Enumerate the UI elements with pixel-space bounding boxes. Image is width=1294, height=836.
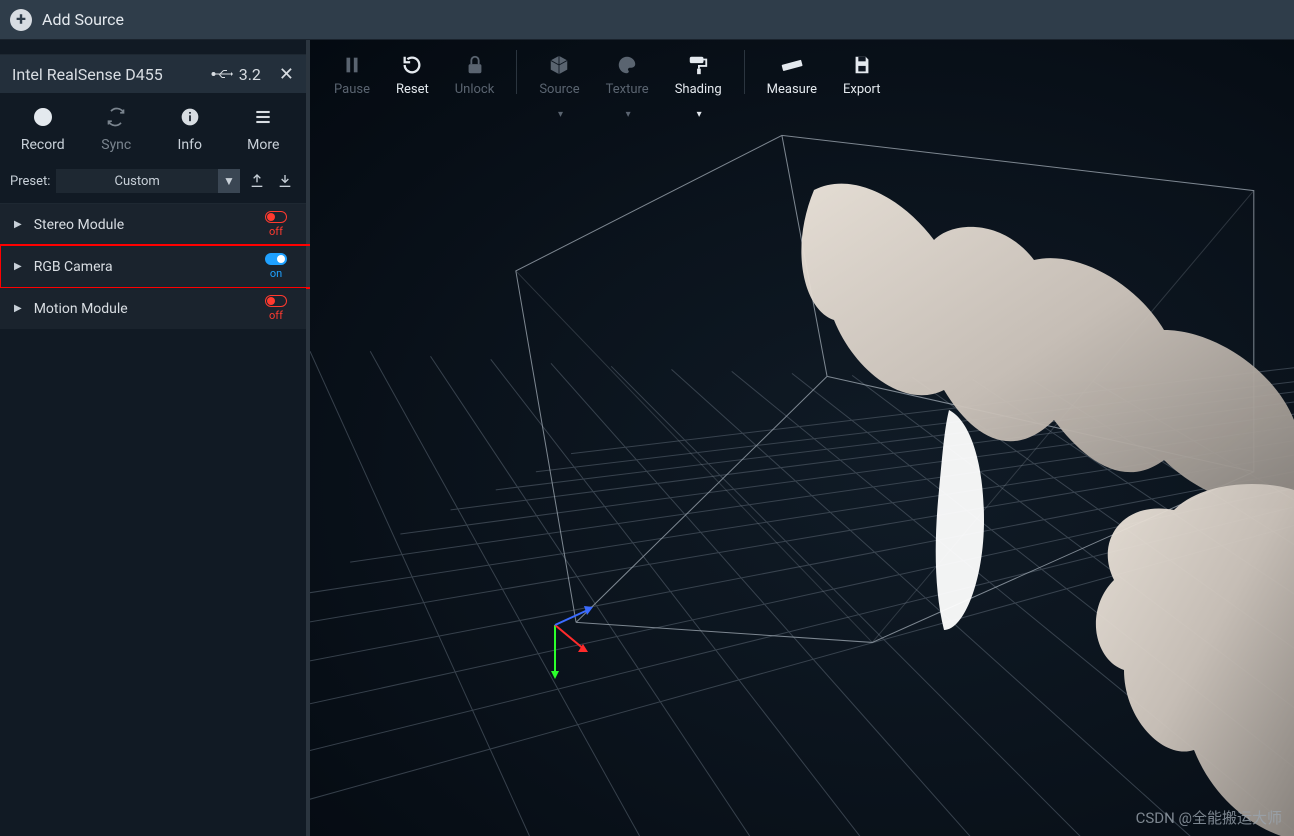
shading-dropdown[interactable]: Shading ▾ — [665, 50, 732, 124]
chevron-down-icon: ▾ — [626, 109, 631, 120]
record-button[interactable]: Record — [8, 107, 78, 153]
cube-icon — [548, 54, 570, 76]
pointcloud-mesh — [694, 160, 1294, 836]
usb-version-text: 3.2 — [239, 65, 261, 84]
device-header: Intel RealSense D455 3.2 ✕ — [0, 55, 306, 93]
reset-icon — [401, 54, 423, 76]
preset-dropdown-arrow[interactable]: ▼ — [218, 169, 240, 193]
add-source-button[interactable]: + — [10, 9, 32, 31]
ruler-icon — [781, 54, 803, 76]
toolbar-separator — [516, 50, 517, 94]
toggle-stereo-state: off — [269, 225, 283, 238]
save-icon — [851, 54, 873, 76]
sidebar: Intel RealSense D455 3.2 ✕ — [0, 40, 310, 836]
reset-button[interactable]: Reset — [386, 50, 439, 101]
chevron-down-icon: ▾ — [558, 109, 563, 120]
pause-icon — [341, 54, 363, 76]
pause-button[interactable]: Pause — [324, 50, 380, 101]
device-name: Intel RealSense D455 — [12, 65, 163, 84]
module-row-stereo[interactable]: ▶ Stereo Module off — [0, 204, 306, 246]
toggle-rgb-state: on — [270, 267, 282, 280]
close-device-button[interactable]: ✕ — [279, 64, 294, 85]
preset-download-button[interactable] — [274, 170, 296, 192]
info-button[interactable]: Info — [155, 107, 225, 153]
usb-version: 3.2 — [211, 65, 261, 84]
watermark: CSDN @全能搬运大师 — [1136, 807, 1282, 828]
info-label: Info — [178, 137, 202, 153]
roller-icon — [687, 54, 709, 76]
module-row-motion[interactable]: ▶ Motion Module off — [0, 288, 306, 330]
chevron-right-icon: ▶ — [14, 219, 22, 230]
module-name: RGB Camera — [34, 259, 260, 275]
toggle-motion-state: off — [269, 309, 283, 322]
device-actions: Record Sync Info — [0, 93, 306, 163]
unlock-button[interactable]: Unlock — [445, 50, 505, 101]
preset-row: Preset: Custom ▼ — [0, 163, 306, 204]
info-icon — [180, 107, 200, 127]
chevron-right-icon: ▶ — [14, 303, 22, 314]
download-icon — [277, 173, 293, 189]
texture-dropdown[interactable]: Texture ▾ — [596, 50, 659, 124]
usb-icon — [211, 67, 233, 81]
export-button[interactable]: Export — [833, 50, 891, 101]
chevron-right-icon: ▶ — [14, 261, 22, 272]
module-name: Stereo Module — [34, 217, 260, 233]
toggle-rgb[interactable] — [265, 253, 287, 265]
palette-icon — [616, 54, 638, 76]
toggle-motion[interactable] — [265, 295, 287, 307]
more-button[interactable]: More — [228, 107, 298, 153]
preset-upload-button[interactable] — [246, 170, 268, 192]
source-dropdown[interactable]: Source ▾ — [529, 50, 589, 124]
chevron-down-icon: ▾ — [697, 109, 702, 120]
sync-label: Sync — [101, 137, 131, 153]
origin-gizmo — [530, 595, 600, 685]
record-icon — [34, 108, 52, 126]
sync-icon — [106, 107, 126, 127]
add-source-label: Add Source — [42, 10, 124, 29]
module-row-rgb[interactable]: ▶ RGB Camera on — [0, 246, 306, 288]
more-label: More — [247, 137, 279, 153]
lock-icon — [464, 54, 486, 76]
device-panel: Intel RealSense D455 3.2 ✕ — [0, 54, 306, 330]
preset-label: Preset: — [10, 174, 50, 189]
topbar: + Add Source — [0, 0, 1294, 40]
record-label: Record — [21, 137, 65, 153]
hamburger-icon — [253, 107, 273, 127]
module-name: Motion Module — [34, 301, 260, 317]
viewport-toolbar: Pause Reset Unlock Source ▾ — [324, 50, 891, 124]
preset-select[interactable]: Custom — [56, 169, 218, 193]
toolbar-separator — [744, 50, 745, 94]
measure-button[interactable]: Measure — [757, 50, 827, 101]
upload-icon — [249, 173, 265, 189]
3d-viewport[interactable]: Pause Reset Unlock Source ▾ — [310, 40, 1294, 836]
toggle-stereo[interactable] — [265, 211, 287, 223]
sync-button[interactable]: Sync — [81, 107, 151, 153]
